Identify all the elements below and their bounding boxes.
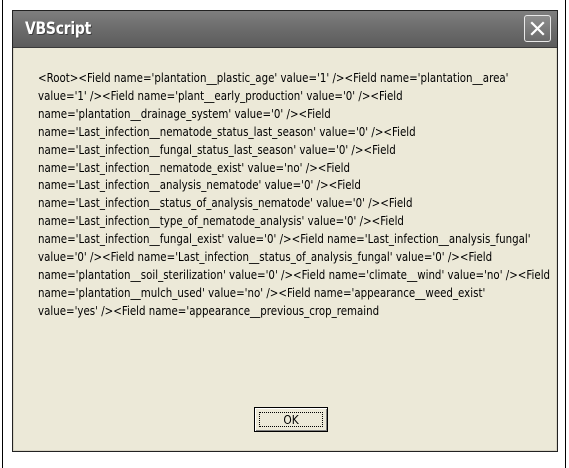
message-line: name='plantation__soil_sterilization' va… [38,266,551,282]
focus-rectangle: OK [259,412,323,427]
close-button[interactable] [524,15,551,42]
message-line: value='yes' /><Field name='appearance__p… [38,302,380,318]
message-line: value='1' /><Field name='plant__early_pr… [38,87,403,103]
message-line: name='Last_infection__fungal_exist' valu… [38,231,531,247]
message-line: name='Last_infection__nematode_status_la… [38,123,416,139]
title-bar[interactable]: VBScript [13,11,557,48]
message-text: <Root><Field name='plantation__plastic_a… [38,69,551,320]
message-line: name='Last_infection__fungal_status_last… [38,141,396,157]
message-line: name='Last_infection__status_of_analysis… [38,195,413,211]
window-title: VBScript [25,19,92,39]
message-line: name='Last_infection__nematode_exist' va… [38,159,351,175]
message-line: value='0' /><Field name='Last_infection_… [38,249,493,265]
vbscript-message-dialog: VBScript <Root><Field name='plantation__… [12,10,558,452]
ok-button[interactable]: OK [254,407,328,432]
message-line: name='plantation__mulch_used' value='no'… [38,284,486,300]
message-line: name='Last_infection__analysis_nematode'… [38,177,361,193]
message-line: <Root><Field name='plantation__plastic_a… [38,70,509,85]
close-icon [530,21,545,36]
ok-button-label: OK [283,412,299,427]
message-line: name='plantation__drainage_system' value… [38,105,331,121]
message-line: name='Last_infection__type_of_nematode_a… [38,213,404,229]
